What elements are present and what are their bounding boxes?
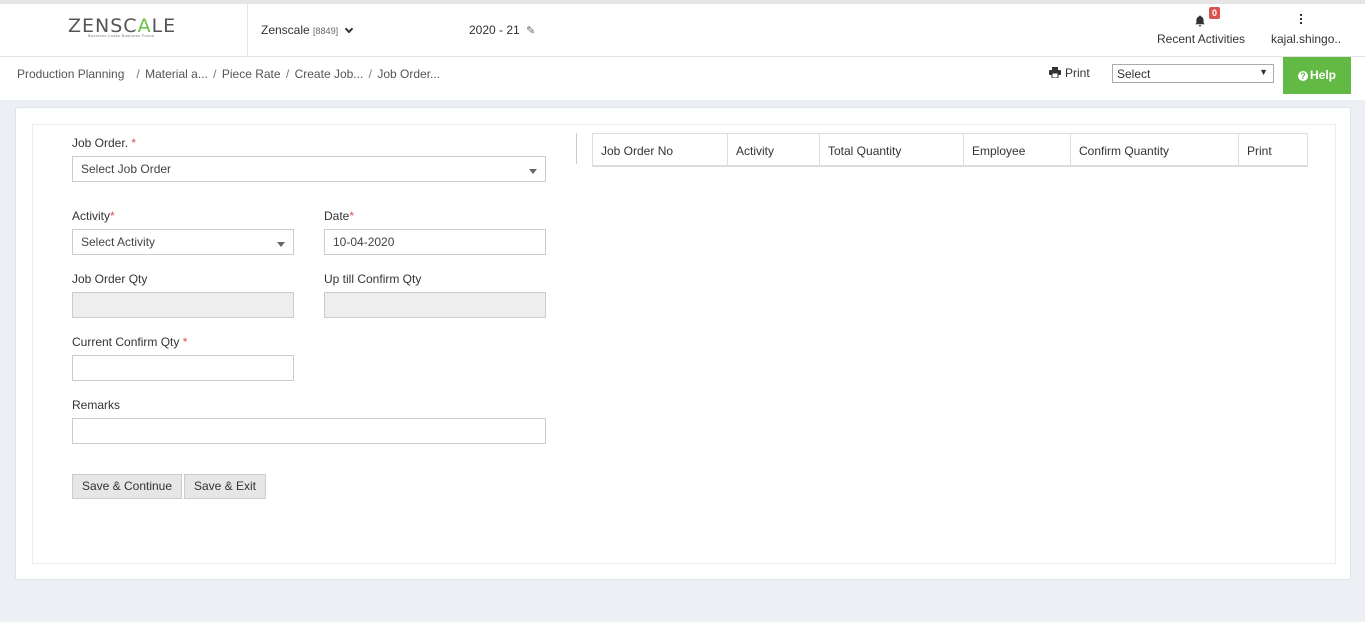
up-till-confirm-qty-label: Up till Confirm Qty xyxy=(324,272,422,286)
breadcrumb-item: Job Order... xyxy=(377,67,441,81)
question-circle-icon: ? xyxy=(1297,71,1308,81)
user-menu[interactable]: kajal.shingo.. xyxy=(1271,32,1341,46)
divider xyxy=(576,133,577,164)
company-selector[interactable]: Zenscale [8849] xyxy=(261,23,354,37)
job-order-select[interactable]: Select Job Order xyxy=(72,156,546,182)
financial-year[interactable]: 2020 - 21 ✎ xyxy=(469,23,535,37)
breadcrumb: Production Planning / Material a... / Pi… xyxy=(17,67,441,81)
logo[interactable]: ZENSCALE Business Looks Business Focus xyxy=(0,4,248,56)
remarks-input[interactable] xyxy=(72,418,546,444)
printer-icon xyxy=(1049,67,1061,79)
top-navbar: ZENSCALE Business Looks Business Focus Z… xyxy=(0,0,1365,57)
job-order-placeholder: Select Job Order xyxy=(81,162,172,176)
activity-label: Activity* xyxy=(72,209,115,223)
company-name: Zenscale xyxy=(261,23,310,37)
recent-activities-label[interactable]: Recent Activities xyxy=(1157,32,1245,46)
financial-year-label: 2020 - 21 xyxy=(469,23,520,37)
breadcrumb-item[interactable]: Material a... xyxy=(145,67,208,81)
current-confirm-qty-input[interactable] xyxy=(72,355,294,381)
date-input[interactable]: 10-04-2020 xyxy=(324,229,546,255)
column-header-job-order-no[interactable]: Job Order No xyxy=(593,134,728,165)
up-till-confirm-qty-input xyxy=(324,292,546,318)
company-code: [8849] xyxy=(313,26,339,36)
caret-down-icon xyxy=(529,169,537,174)
save-exit-button[interactable]: Save & Exit xyxy=(184,474,266,499)
more-vertical-icon[interactable] xyxy=(1300,14,1303,26)
column-header-activity[interactable]: Activity xyxy=(728,134,820,165)
print-label: Print xyxy=(1065,66,1090,80)
column-header-employee[interactable]: Employee xyxy=(964,134,1071,165)
column-header-total-quantity[interactable]: Total Quantity xyxy=(820,134,964,165)
save-continue-button[interactable]: Save & Continue xyxy=(72,474,182,499)
breadcrumb-item[interactable]: Create Job... xyxy=(295,67,364,81)
notification-count-badge: 0 xyxy=(1209,7,1221,19)
job-order-table-header: Job Order No Activity Total Quantity Emp… xyxy=(592,133,1308,167)
help-button[interactable]: ? Help xyxy=(1283,57,1351,94)
current-confirm-qty-label: Current Confirm Qty * xyxy=(72,335,188,349)
breadcrumb-item[interactable]: Production Planning xyxy=(17,67,124,81)
print-button[interactable]: Print xyxy=(1049,66,1090,80)
column-header-confirm-quantity[interactable]: Confirm Quantity xyxy=(1071,134,1239,165)
help-label: Help xyxy=(1309,68,1336,82)
logo-tagline: Business Looks Business Focus xyxy=(88,33,155,38)
remarks-label: Remarks xyxy=(72,398,121,412)
date-value: 10-04-2020 xyxy=(333,235,395,249)
breadcrumb-bar: Production Planning / Material a... / Pi… xyxy=(0,57,1365,100)
dropdown-arrow-icon: ▼ xyxy=(1259,67,1268,77)
job-order-qty-label: Job Order Qty xyxy=(72,272,148,286)
action-select[interactable]: Select ▼ xyxy=(1112,64,1274,83)
job-order-label: Job Order. * xyxy=(72,136,137,150)
caret-down-icon xyxy=(277,242,285,247)
job-order-qty-input xyxy=(72,292,294,318)
activity-select[interactable]: Select Activity xyxy=(72,229,294,255)
activity-placeholder: Select Activity xyxy=(81,235,156,249)
action-select-value: Select xyxy=(1117,67,1151,81)
bell-icon xyxy=(1193,10,1207,27)
chevron-down-icon xyxy=(345,24,354,34)
column-header-print[interactable]: Print xyxy=(1239,134,1307,165)
recent-activities-button[interactable] xyxy=(1150,10,1250,29)
date-label: Date* xyxy=(324,209,355,223)
edit-icon[interactable]: ✎ xyxy=(526,24,535,37)
breadcrumb-item[interactable]: Piece Rate xyxy=(222,67,281,81)
